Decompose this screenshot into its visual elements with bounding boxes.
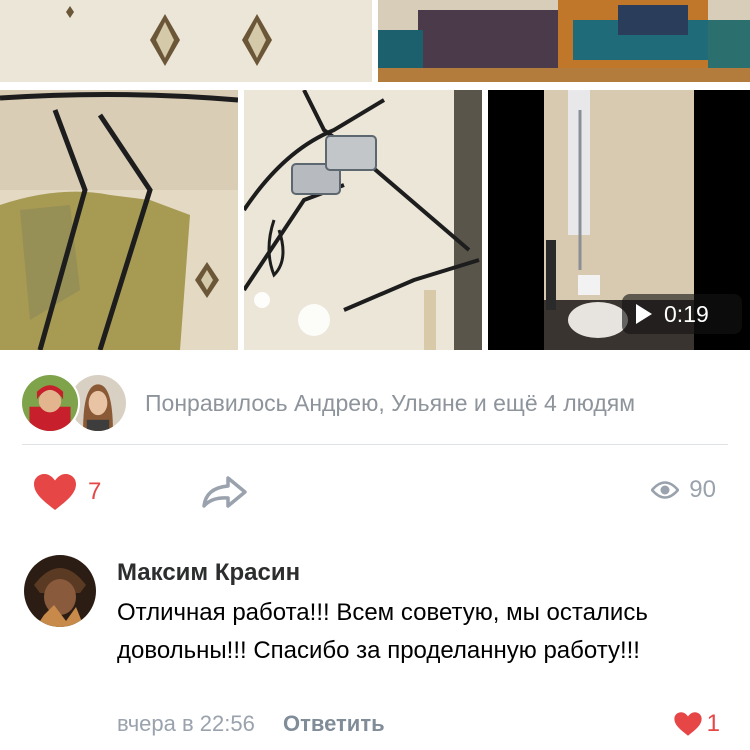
post-actions: 7 90 [0, 468, 750, 514]
comment-author-avatar[interactable] [24, 555, 96, 627]
video-duration: 0:19 [664, 300, 709, 327]
photo-room[interactable] [378, 0, 750, 82]
views-counter: 90 [651, 476, 716, 504]
divider [22, 444, 728, 445]
photo-wall-wiring[interactable] [0, 90, 238, 350]
comment-text: Отличная работа!!! Всем советую, мы оста… [117, 599, 648, 664]
share-button[interactable] [200, 472, 250, 512]
photo-wallpaper-top[interactable] [0, 0, 372, 82]
share-icon [202, 476, 247, 508]
play-icon [636, 304, 652, 324]
video-duration-badge[interactable]: 0:19 [622, 294, 742, 334]
heart-icon [673, 712, 702, 736]
likes-summary[interactable]: Понравилось Андрею, Ульяне и ещё 4 людям [0, 372, 750, 434]
comment-like-button[interactable]: 1 [673, 710, 720, 738]
photo-ceiling-wiring[interactable] [244, 90, 482, 350]
eye-icon [651, 481, 680, 499]
comment-author-name[interactable]: Максим Красин [117, 559, 300, 587]
avatar[interactable] [20, 373, 80, 433]
heart-icon [34, 474, 76, 510]
comment-time: вчера в 22:56 [117, 711, 255, 736]
like-button[interactable]: 7 [32, 472, 101, 512]
view-count: 90 [689, 476, 716, 503]
liked-by-text[interactable]: Понравилось Андрею, Ульяне и ещё 4 людям [145, 390, 635, 417]
comment-meta: вчера в 22:56 Ответить [117, 711, 385, 737]
reply-button[interactable]: Ответить [283, 711, 385, 736]
comment-like-count: 1 [706, 710, 720, 737]
like-count: 7 [88, 478, 102, 505]
